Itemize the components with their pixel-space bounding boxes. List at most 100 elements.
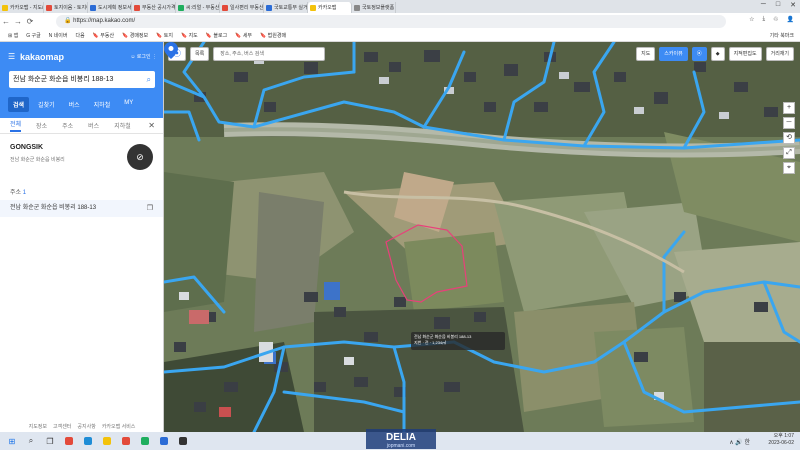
panel-tab[interactable]: 버스	[64, 97, 85, 112]
place-card[interactable]: GONGSIK 전남 화순군 화순읍 비봉리 ⊘	[0, 134, 163, 186]
footer-link[interactable]: 카카오맵 서비스	[102, 423, 136, 430]
bookmark-item[interactable]: 🔖 경매정보	[122, 32, 148, 39]
zoom-controls: + ─ ⟲ ⤢ ⌖	[783, 102, 795, 174]
map-top-left-controls: ⦿ 목록 장소, 주소, 버스 검색	[168, 47, 326, 61]
other-bookmarks[interactable]: 기타 북마크	[770, 32, 794, 39]
bookmark-item[interactable]: N 네이버	[49, 32, 68, 39]
fullscreen-button[interactable]: ⤢	[783, 147, 795, 159]
chrome-icon[interactable]	[62, 434, 76, 448]
reload-icon[interactable]: ⟳	[24, 17, 36, 26]
count-label: 주소	[10, 190, 22, 196]
browser-tab[interactable]: 국토교통부 실거래	[264, 2, 308, 13]
panel-tab[interactable]: 지하철	[89, 97, 116, 112]
extension-icon[interactable]: ♲	[773, 16, 778, 23]
layers-button[interactable]: ◆	[710, 47, 725, 61]
start-icon[interactable]: ⊞	[5, 434, 19, 448]
explorer-icon[interactable]	[100, 434, 114, 448]
search-icon[interactable]: ⌕	[147, 71, 151, 88]
cadastral-button[interactable]: 지적편집도	[728, 47, 762, 61]
minimize-icon[interactable]: ─	[761, 1, 766, 9]
forward-icon[interactable]: →	[12, 17, 24, 26]
footer-link[interactable]: 공지사항	[77, 423, 95, 430]
browser-tab[interactable]: 씨:리얼 - 부동산	[176, 2, 220, 13]
app2-icon[interactable]	[138, 434, 152, 448]
map-type-button[interactable]: 지도	[636, 47, 656, 61]
skyview-button[interactable]: 스카이뷰	[659, 47, 688, 61]
tab-label: 국토교통부 실거래	[274, 5, 308, 11]
back-icon[interactable]: ←	[0, 17, 12, 26]
browser-tab[interactable]: 일사편리 부동산	[220, 2, 264, 13]
login-link[interactable]: ☺ 로그인 ⋮	[130, 53, 157, 60]
close-icon[interactable]: ✕	[790, 1, 796, 9]
search-icon[interactable]: ⌕	[24, 434, 38, 448]
copy-icon[interactable]: ❐	[147, 200, 153, 217]
app1-icon[interactable]	[119, 434, 133, 448]
satellite-map[interactable]: ⦿ 목록 장소, 주소, 버스 검색 지도 스카이뷰 ⦿ ◆ 지적편집도 거리재…	[164, 42, 800, 432]
roadview-button[interactable]: ⦿	[691, 47, 707, 61]
kakaomap-logo: kakaomap	[20, 52, 65, 62]
tray-icons[interactable]: ∧ 🔊 한	[729, 437, 750, 446]
browser-tab[interactable]: 도시계획 정보서비스	[88, 2, 132, 13]
tab-label: 국토정보플랫폼	[362, 5, 395, 11]
maximize-icon[interactable]: □	[776, 1, 780, 9]
tab-label: 도시계획 정보서비스	[98, 5, 132, 11]
bookmark-item[interactable]: 다음	[75, 32, 84, 39]
address-result-text: 전남 화순군 화순읍 비봉리 188-13	[10, 205, 97, 211]
address-bar-row: ← → ⟳ 🔒 https://map.kakao.com/ ☆ ⤓ ♲ 👤	[0, 13, 800, 30]
bookmark-item[interactable]: 🔖 토지	[156, 32, 173, 39]
tab-favicon-icon	[90, 4, 96, 11]
app4-icon[interactable]	[176, 434, 190, 448]
location-marker-icon[interactable]	[164, 42, 178, 59]
close-icon[interactable]: ✕	[148, 121, 155, 130]
result-count: 주소 1	[0, 186, 163, 200]
bookmark-item[interactable]: ⊞ 앱	[8, 32, 18, 39]
app-tile	[141, 437, 149, 445]
clock[interactable]: 오후 1:07 2023-06-02	[768, 433, 794, 447]
app3-icon[interactable]	[157, 434, 171, 448]
edge-icon[interactable]	[81, 434, 95, 448]
bookmark-item[interactable]: 🔖 세무	[235, 32, 252, 39]
panel-tab[interactable]: 검색	[8, 97, 30, 112]
tab-label: 부동산 공시가격 알리	[142, 5, 176, 11]
bookmark-item[interactable]: G 구글	[26, 32, 40, 39]
browser-tab[interactable]: 부동산 공시가격 알리	[132, 2, 176, 13]
result-subtab[interactable]: 전체	[10, 119, 22, 132]
panel-header: ☰ kakaomap ☺ 로그인 ⋮ 전남 화순군 화순읍 비봉리 188-13…	[0, 42, 163, 118]
bookmark-item[interactable]: 🔖 블로그	[206, 32, 227, 39]
bookmark-star-icon[interactable]: ☆	[749, 16, 754, 23]
browser-tab[interactable]: 카카오맵	[308, 2, 352, 13]
address-result[interactable]: 전남 화순군 화순읍 비봉리 188-13 ❐	[0, 200, 163, 217]
profile-icon[interactable]: 👤	[787, 16, 794, 23]
zoom-out-button[interactable]: ─	[783, 117, 795, 129]
browser-tab[interactable]: 토지이음 - 토지이용	[44, 2, 88, 13]
footer-link[interactable]: 지도정보	[29, 423, 47, 430]
measure-button[interactable]: 거리재기	[765, 47, 794, 61]
result-subtab[interactable]: 지하철	[114, 121, 131, 130]
url-field[interactable]: 🔒 https://map.kakao.com/	[56, 15, 726, 28]
download-icon[interactable]: ⤓	[762, 16, 765, 23]
bookmark-item[interactable]: 🔖 부동산	[93, 32, 114, 39]
list-button[interactable]: 목록	[190, 47, 210, 61]
bookmark-item[interactable]: 🔖 지도	[181, 32, 198, 39]
browser-tab[interactable]: 카카오맵 - 지도/내비	[0, 2, 44, 13]
map-top-right-controls: 지도 스카이뷰 ⦿ ◆ 지적편집도 거리재기	[636, 47, 794, 61]
panel-tab[interactable]: MY	[119, 97, 138, 112]
address-actions: ☆ ⤓ ♲ 👤	[749, 16, 794, 23]
zoom-in-button[interactable]: +	[783, 102, 795, 114]
search-input[interactable]: 전남 화순군 화순읍 비봉리 188-13 ⌕	[9, 71, 155, 88]
result-subtab[interactable]: 주소	[62, 121, 73, 130]
bookmark-item[interactable]: 🔖 법원경매	[260, 32, 286, 39]
map-imagery	[164, 42, 800, 432]
map-search-input[interactable]: 장소, 주소, 버스 검색	[213, 47, 326, 61]
panel-tab[interactable]: 길찾기	[33, 97, 60, 112]
result-subtab[interactable]: 장소	[36, 121, 47, 130]
taskview-icon[interactable]: ❐	[43, 434, 57, 448]
browser-tab[interactable]: 국토정보플랫폼	[352, 2, 396, 13]
rotate-button[interactable]: ⟲	[783, 132, 795, 144]
panel-tabs: 검색 길찾기 버스 지하철 MY	[8, 97, 138, 112]
result-subtab[interactable]: 버스	[88, 121, 99, 130]
menu-icon[interactable]: ☰	[8, 52, 15, 61]
my-location-button[interactable]: ⌖	[783, 162, 795, 174]
footer-link[interactable]: 고객센터	[53, 423, 71, 430]
watermark-bottom: jopmani.com	[386, 443, 415, 449]
